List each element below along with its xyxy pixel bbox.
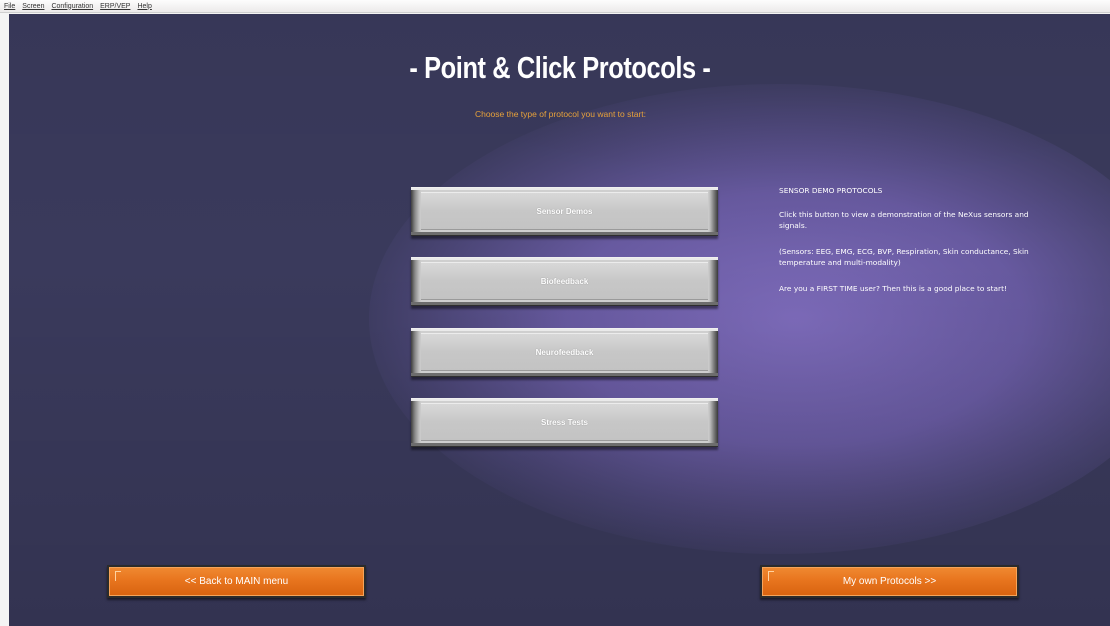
neurofeedback-label: Neurofeedback [535, 348, 594, 357]
stress-tests-label: Stress Tests [541, 418, 588, 427]
back-to-main-menu-button[interactable]: << Back to MAIN menu [107, 565, 366, 598]
menu-screen[interactable]: Screen [22, 3, 44, 10]
menu-file[interactable]: File [4, 3, 15, 10]
my-own-protocols-label: My own Protocols >> [842, 576, 937, 587]
description-paragraph: Click this button to view a demonstratio… [779, 210, 1029, 230]
biofeedback-label: Biofeedback [540, 277, 589, 286]
sensor-demos-label: Sensor Demos [536, 207, 593, 216]
main-stage: - Point & Click Protocols - Choose the t… [9, 14, 1110, 626]
page-subtitle: Choose the type of protocol you want to … [474, 109, 647, 119]
stress-tests-button[interactable]: Stress Tests [411, 398, 718, 447]
menu-configuration[interactable]: Configuration [51, 3, 93, 10]
description-sensors: (Sensors: EEG, EMG, ECG, BVP, Respiratio… [779, 247, 1029, 267]
app-window: File Screen Configuration ERP/VEP Help -… [0, 0, 1110, 626]
menu-erp-vep[interactable]: ERP/VEP [100, 3, 130, 10]
biofeedback-button[interactable]: Biofeedback [411, 257, 718, 306]
description-first-time: Are you a FIRST TIME user? Then this is … [779, 284, 1007, 293]
my-own-protocols-button[interactable]: My own Protocols >> [760, 565, 1019, 598]
button-notch [115, 571, 121, 581]
menu-help[interactable]: Help [137, 3, 151, 10]
menu-bar: File Screen Configuration ERP/VEP Help [0, 0, 1110, 13]
page-title: - Point & Click Protocols - [409, 50, 711, 85]
sensor-demos-button[interactable]: Sensor Demos [411, 187, 718, 236]
spotlight-glow [369, 84, 1110, 554]
background-shade [9, 14, 1110, 626]
description-heading: SENSOR DEMO PROTOCOLS [779, 186, 883, 195]
neurofeedback-button[interactable]: Neurofeedback [411, 328, 718, 377]
button-notch [768, 571, 774, 581]
back-to-main-menu-label: << Back to MAIN menu [184, 576, 289, 587]
